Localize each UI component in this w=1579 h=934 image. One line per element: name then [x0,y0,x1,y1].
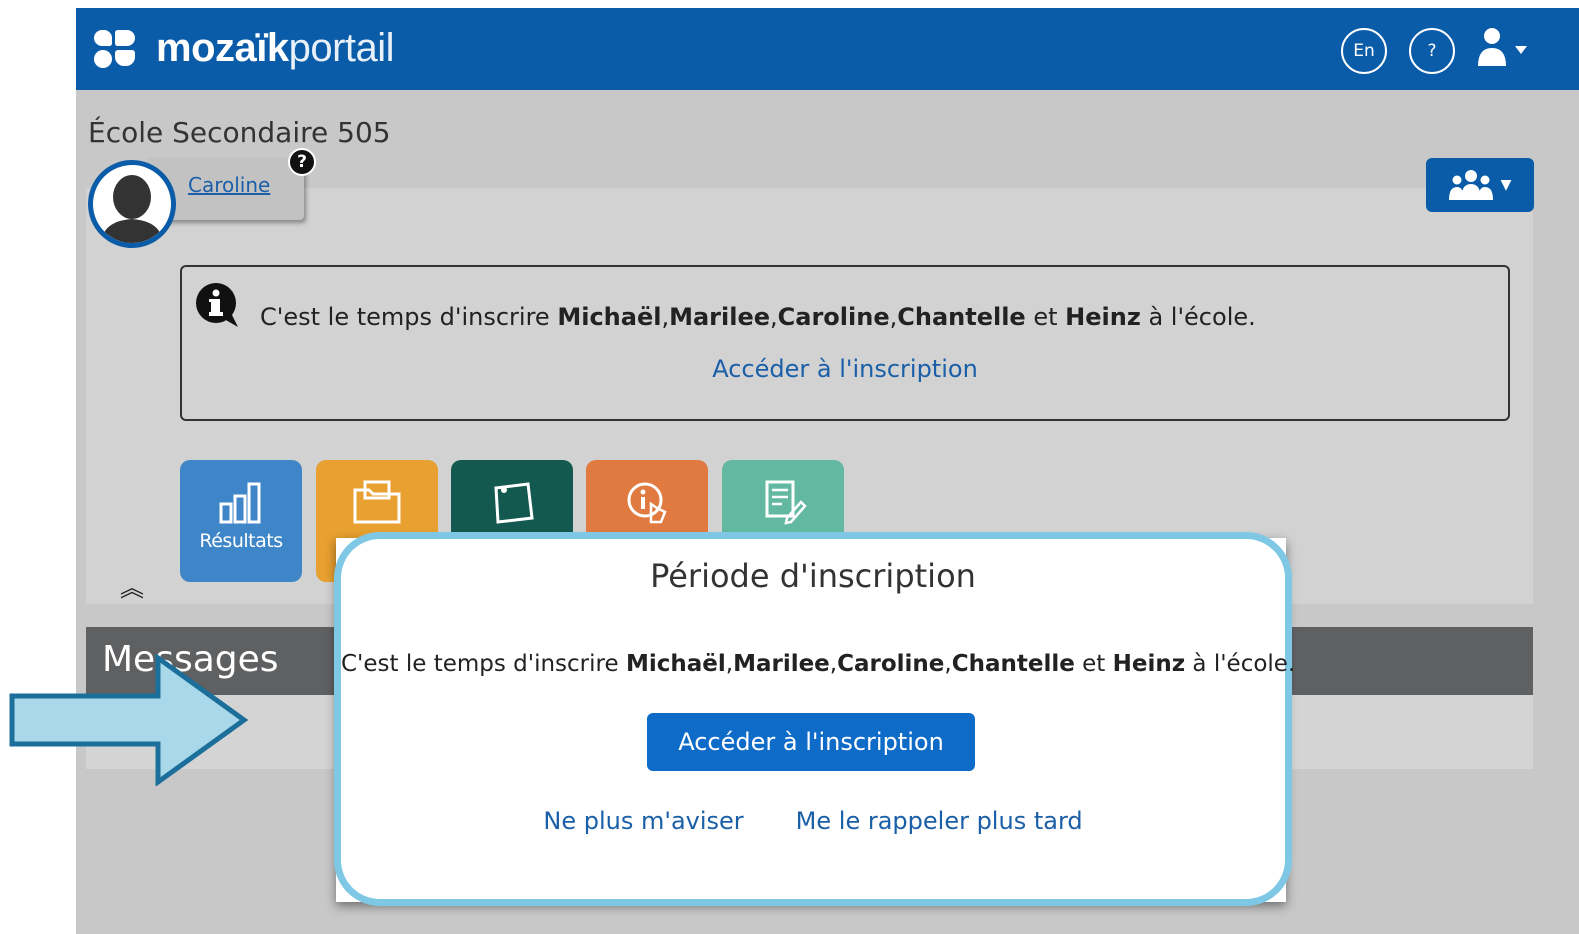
logo-text: mozaïkportail [156,26,395,70]
logo[interactable]: mozaïkportail [90,22,395,74]
folder-icon [353,480,401,524]
mozaik-logo-icon [90,22,142,74]
chevron-down-icon [1515,46,1527,54]
registration-info-box: C'est le temps d'inscrire Michaël,Marile… [180,265,1510,421]
modal-message: C'est le temps d'inscrire Michaël,Marile… [341,651,1296,677]
form-edit-icon [765,480,807,525]
modal-title: Période d'inscription [650,557,976,595]
registration-period-modal: Période d'inscription C'est le temps d'i… [334,532,1296,906]
remind-later-link[interactable]: Me le rappeler plus tard [796,807,1083,835]
access-registration-button[interactable]: Accéder à l'inscription [647,713,975,771]
arrow-pointer-icon [9,654,248,786]
registration-link[interactable]: Accéder à l'inscription [182,355,1508,383]
person-silhouette-icon [101,175,163,243]
help-button[interactable]: ? [1409,28,1455,74]
modal-links: Ne plus m'aviser Me le rappeler plus tar… [341,807,1285,835]
note-icon [494,482,534,524]
child-name-link[interactable]: Caroline [188,173,270,197]
info-hand-icon [627,482,667,524]
dismiss-link[interactable]: Ne plus m'aviser [543,807,743,835]
info-icon [196,283,238,327]
child-avatar[interactable] [88,160,176,248]
chevron-down-icon: ▼ [1500,177,1512,193]
tile-label: Résultats [199,530,283,552]
double-chevron-up-icon[interactable]: ︽ [120,568,144,603]
user-menu-button[interactable] [1474,26,1534,72]
school-name: École Secondaire 505 [88,116,391,149]
family-icon [1448,170,1493,200]
registration-info-text: C'est le temps d'inscrire Michaël,Marile… [260,303,1256,331]
user-icon [1478,28,1527,66]
language-button[interactable]: En [1341,28,1387,74]
help-badge[interactable]: ? [288,148,316,176]
top-bar: mozaïkportail En ? [76,8,1579,90]
family-menu-button[interactable]: ▼ [1426,158,1534,212]
bar-chart-icon [219,482,261,524]
tile-resultats[interactable]: Résultats [180,460,302,582]
